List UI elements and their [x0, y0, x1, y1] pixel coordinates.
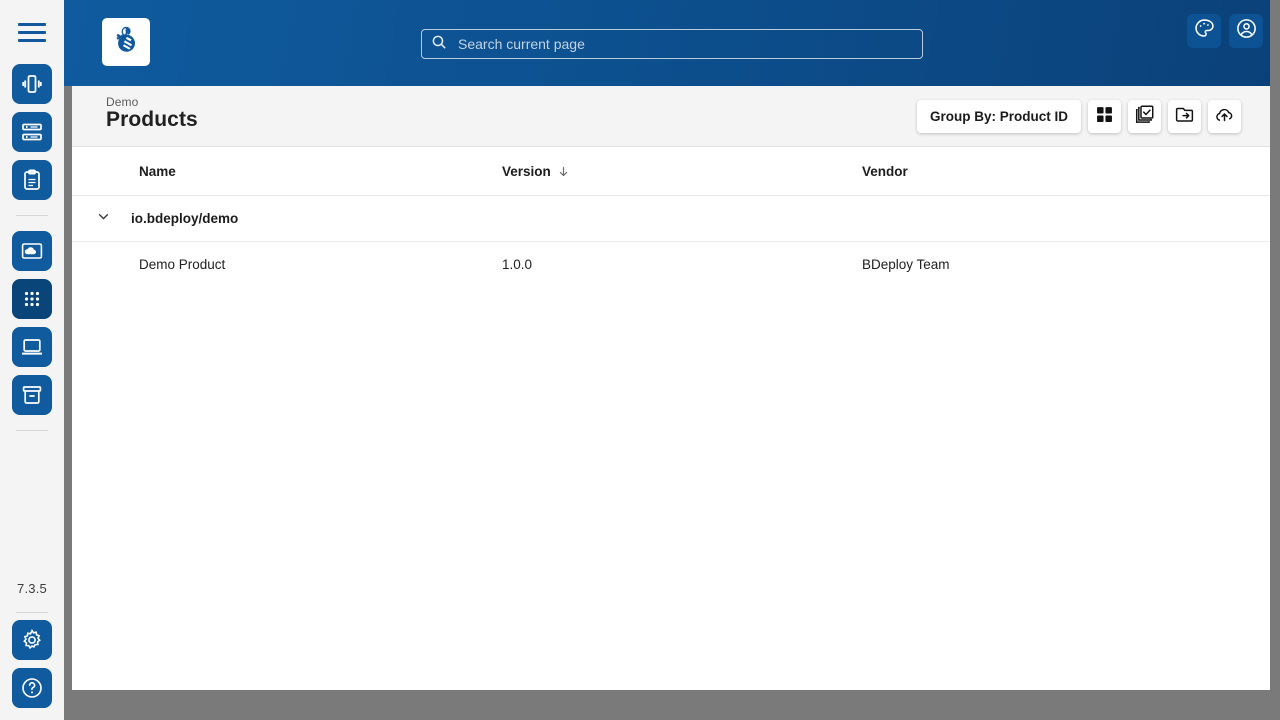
group-by-button[interactable]: Group By: Product ID — [917, 100, 1081, 133]
rail-divider — [16, 215, 48, 216]
page-title: Products — [106, 108, 198, 131]
rail-divider-footer — [16, 612, 48, 613]
column-header-version[interactable]: Version — [502, 164, 862, 179]
left-navigation-rail: 7.3.5 — [0, 0, 64, 720]
outer-background-right — [1270, 0, 1280, 720]
folder-move-icon — [1174, 104, 1195, 130]
group-label: io.bdeploy/demo — [131, 211, 239, 226]
cloud-image-icon — [20, 239, 44, 263]
archive-icon — [20, 383, 44, 407]
sidebar-item-system-templates[interactable] — [12, 375, 52, 415]
palette-icon — [1193, 17, 1216, 45]
bulk-manipulation-button[interactable] — [1128, 100, 1161, 133]
table-group-row[interactable]: io.bdeploy/demo — [72, 196, 1270, 242]
clipboard-icon — [20, 168, 44, 192]
rail-footer-items — [12, 620, 52, 720]
sidebar-item-instance-groups[interactable] — [12, 64, 52, 104]
table-row[interactable]: Demo Product 1.0.0 BDeploy Team — [72, 242, 1270, 286]
app-root: 7.3.5 Search current page Demo Products … — [0, 0, 1280, 720]
sidebar-item-settings[interactable] — [12, 620, 52, 660]
content-scroll-gutter[interactable] — [64, 86, 72, 690]
search-icon — [430, 33, 448, 56]
header-action-buttons — [1187, 14, 1263, 48]
column-header-vendor-label: Vendor — [862, 163, 908, 179]
account-circle-icon — [1235, 17, 1258, 45]
content-panel: Demo Products Group By: Product ID Name … — [72, 86, 1270, 690]
cloud-upload-icon — [1214, 104, 1235, 130]
group-expand-toggle[interactable] — [72, 208, 120, 230]
search-area — [421, 29, 923, 59]
column-header-name[interactable]: Name — [72, 164, 502, 179]
laptop-icon — [20, 335, 44, 359]
rail-divider-bottom — [16, 430, 48, 431]
sidebar-item-client-applications[interactable] — [12, 327, 52, 367]
search-input[interactable] — [448, 31, 922, 57]
outer-background-bottom — [0, 690, 1280, 720]
page-header: Demo Products Group By: Product ID — [72, 86, 1270, 147]
hamburger-menu-button[interactable] — [0, 0, 64, 64]
theme-button[interactable] — [1187, 14, 1221, 48]
page-toolbar: Group By: Product ID — [917, 100, 1241, 133]
apps-grid-icon — [20, 287, 44, 311]
breadcrumb: Demo — [106, 95, 139, 109]
rail-primary-items — [12, 64, 52, 438]
account-button[interactable] — [1229, 14, 1263, 48]
chevron-down-icon — [95, 208, 112, 230]
bdeploy-bee-logo — [109, 23, 143, 62]
top-header-bar — [64, 0, 1280, 86]
search-box[interactable] — [421, 29, 923, 59]
grid-view-icon — [1094, 104, 1115, 130]
grid-view-button[interactable] — [1088, 100, 1121, 133]
sidebar-item-software-repositories[interactable] — [12, 231, 52, 271]
instances-icon — [20, 72, 44, 96]
library-add-check-icon — [1134, 104, 1155, 130]
app-version-label: 7.3.5 — [17, 581, 47, 596]
cell-name: Demo Product — [139, 256, 226, 272]
sidebar-item-products[interactable] — [12, 279, 52, 319]
cell-version: 1.0.0 — [502, 256, 533, 272]
app-logo — [102, 18, 150, 66]
table-header-row: Name Version Vendor — [72, 147, 1270, 196]
sidebar-item-instances[interactable] — [12, 112, 52, 152]
gear-icon — [20, 628, 44, 652]
sidebar-item-help[interactable] — [12, 668, 52, 708]
import-product-button[interactable] — [1168, 100, 1201, 133]
list-icon — [20, 120, 44, 144]
help-circle-icon — [20, 676, 44, 700]
products-table: Name Version Vendor io.bdeploy/demo Demo… — [72, 147, 1270, 286]
column-header-vendor[interactable]: Vendor — [862, 164, 1202, 179]
hamburger-menu-icon — [18, 18, 46, 47]
column-header-name-label: Name — [139, 163, 176, 179]
column-header-version-label: Version — [502, 163, 551, 179]
arrow-downward-icon — [557, 165, 570, 178]
upload-product-button[interactable] — [1208, 100, 1241, 133]
cell-vendor: BDeploy Team — [862, 256, 950, 272]
sidebar-item-reports[interactable] — [12, 160, 52, 200]
